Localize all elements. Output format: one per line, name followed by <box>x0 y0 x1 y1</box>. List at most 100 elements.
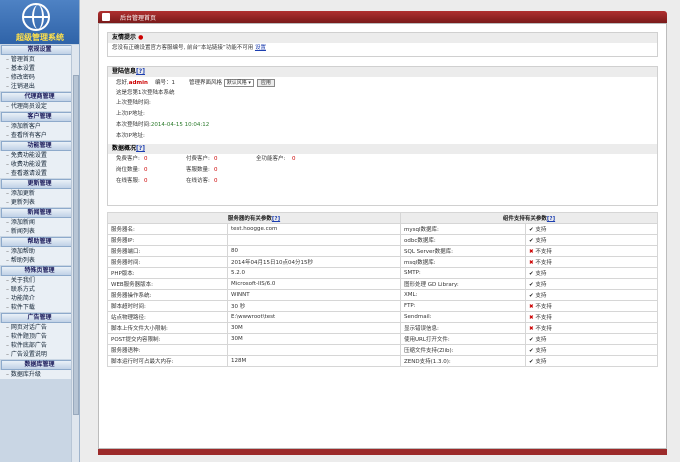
table-row: 脚本运行时可占最大内存: 128M ZEND支持(1.3.0): ✔ 支持 <box>107 355 658 367</box>
status-text: 不支持 <box>535 260 552 266</box>
component-name: SQL Server数据库: <box>400 245 526 257</box>
sidebar-item[interactable]: 联系方式 <box>0 285 79 294</box>
component-name: XML: <box>400 289 526 301</box>
component-name: SMTP: <box>400 267 526 279</box>
sidebar-item[interactable]: 添加帮助 <box>0 247 79 256</box>
notice-header: 友情提示 ● <box>108 33 657 43</box>
sidebar-item[interactable]: 免费功能设置 <box>0 151 79 160</box>
status-text: 支持 <box>535 293 547 299</box>
sidebar-section-header[interactable]: 特殊页管理 <box>1 266 78 276</box>
component-name: msql数据库: <box>400 256 526 268</box>
status-text: 不支持 <box>535 304 552 310</box>
param-name: 站点物理路径: <box>107 311 228 323</box>
sidebar-item[interactable]: 查看邀请设置 <box>0 169 79 178</box>
sidebar-item[interactable]: 关于我们 <box>0 276 79 285</box>
sidebar-section-header[interactable]: 广告管理 <box>1 313 78 323</box>
param-value: test.hoogge.com <box>227 223 401 235</box>
status-text: 支持 <box>535 271 547 277</box>
this-time-value: 2014-04-15 10:04:12 <box>150 122 210 128</box>
component-status: ✔ 支持 <box>525 234 658 246</box>
component-status: ✖ 不支持 <box>525 245 658 257</box>
server-params: 服务器的有关参数[?] 组件支持有关参数[?] 服务器名: test.hoogge… <box>107 212 658 388</box>
component-name: odbc数据库: <box>400 234 526 246</box>
param-name: WEB服务器版本: <box>107 278 228 290</box>
last-time-row: 上次登陆时间: <box>108 98 657 109</box>
component-status: ✔ 支持 <box>525 333 658 345</box>
sidebar-section-header[interactable]: 常规设置 <box>1 45 78 55</box>
sidebar-item[interactable]: 查看所有客户 <box>0 131 79 140</box>
component-status: ✖ 不支持 <box>525 256 658 268</box>
sidebar-section-header[interactable]: 更新管理 <box>1 179 78 189</box>
status-text: 支持 <box>535 238 547 244</box>
sidebar-section-header[interactable]: 新闻管理 <box>1 208 78 218</box>
sidebar-section-header[interactable]: 代理商管理 <box>1 92 78 102</box>
stat-value: 0 <box>144 178 148 184</box>
component-name: mysql数据库: <box>400 223 526 235</box>
sidebar-item[interactable]: 新闻列表 <box>0 227 79 236</box>
home-icon <box>102 13 110 21</box>
stats-grid: 免费客户: 0 付费客户: 0 全功能客户: 0 岗位数量: 0 客服数量: 0 在线客服: 0 在线访… <box>108 154 657 187</box>
table-row: 脚本超时时间: 30 秒 FTP: ✖ 不支持 <box>107 300 658 312</box>
sidebar-item[interactable]: 注销退出 <box>0 82 79 91</box>
component-status: ✔ 支持 <box>525 344 658 356</box>
sidebar-item[interactable]: 软件底部广告 <box>0 341 79 350</box>
sidebar-section-header[interactable]: 数据库管理 <box>1 360 78 370</box>
sidebar-scrollbar[interactable] <box>71 45 79 462</box>
last-time-label: 上次登陆时间: <box>116 100 151 106</box>
sidebar-item[interactable]: 软件下载 <box>0 303 79 312</box>
param-value: 80 <box>227 245 401 257</box>
stat-label: 客服数量: <box>186 167 210 173</box>
visit-count-text: 这是您第1次登陆本系统 <box>116 90 175 96</box>
table-row: WEB服务器版本: Microsoft-IIS/6.0 图形处理 GD Librar… <box>107 278 658 290</box>
param-value <box>227 344 401 356</box>
sidebar-item[interactable]: 功能简介 <box>0 294 79 303</box>
sidebar-item[interactable]: 数据库升级 <box>0 370 79 379</box>
server-help-link[interactable]: [?] <box>272 216 280 222</box>
sidebar-item[interactable]: 添加更新 <box>0 189 79 198</box>
status-text: 不支持 <box>535 326 552 332</box>
login-help-link[interactable]: [?] <box>136 68 145 75</box>
component-header: 组件支持有关参数[?] <box>400 212 658 224</box>
content-panel: 友情提示 ● 您没有正确设置官方客服编号, 前台“本站链接”功能不可用 设置 登… <box>98 23 667 449</box>
param-name: 服务器名: <box>107 223 228 235</box>
sidebar-item[interactable]: 添加新客户 <box>0 122 79 131</box>
sidebar-item[interactable]: 软件题顶广告 <box>0 332 79 341</box>
component-name: 图形处理 GD Library: <box>400 278 526 290</box>
sidebar-item[interactable]: 管理首页 <box>0 55 79 64</box>
stat-value: 0 <box>214 178 218 184</box>
param-value: Microsoft-IIS/6.0 <box>227 278 401 290</box>
server-table-header: 服务器的有关参数[?] 组件支持有关参数[?] <box>107 212 658 224</box>
sidebar-item[interactable]: 添加新闻 <box>0 218 79 227</box>
component-status: ✔ 支持 <box>525 355 658 367</box>
status-text: 支持 <box>535 337 547 343</box>
status-text: 不支持 <box>535 249 552 255</box>
scrollbar-thumb[interactable] <box>73 75 79 415</box>
table-row: 服务器端口: 80 SQL Server数据库: ✖ 不支持 <box>107 245 658 257</box>
notice-settings-link[interactable]: 设置 <box>255 45 266 51</box>
sidebar-section-header[interactable]: 客户管理 <box>1 112 78 122</box>
title-bar: 后台管理首页 <box>98 11 667 23</box>
component-help-link[interactable]: [?] <box>547 216 555 222</box>
sidebar-section-header[interactable]: 帮助管理 <box>1 237 78 247</box>
component-name: ZEND支持(1.3.0): <box>400 355 526 367</box>
stat-value: 0 <box>144 156 148 162</box>
sidebar-item[interactable]: 更新列表 <box>0 198 79 207</box>
sidebar-item[interactable]: 收费功能设置 <box>0 160 79 169</box>
sidebar-item[interactable]: 网页对话广告 <box>0 323 79 332</box>
footer-bar <box>98 449 667 455</box>
sidebar-item[interactable]: 广告设置说明 <box>0 350 79 359</box>
sidebar-item[interactable]: 基本设置 <box>0 64 79 73</box>
sidebar-item[interactable]: 修改密码 <box>0 73 79 82</box>
param-value <box>227 234 401 246</box>
sidebar-item[interactable]: 帮助列表 <box>0 256 79 265</box>
stats-row: 岗位数量: 0 客服数量: 0 <box>108 165 657 176</box>
table-row: 服务器操作系统: WINNT XML: ✔ 支持 <box>107 289 658 301</box>
apply-button[interactable]: 应用 <box>256 78 275 87</box>
sidebar-item[interactable]: 代理商员设定 <box>0 102 79 111</box>
stats-help-link[interactable]: [?] <box>136 145 145 152</box>
param-name: PHP版本: <box>107 267 228 279</box>
stat-label: 在线客服: <box>116 178 140 184</box>
this-time-label: 本次登陆时间: <box>116 122 151 128</box>
style-select[interactable]: 默认风格 ▾ <box>223 78 254 87</box>
sidebar-section-header[interactable]: 功能管理 <box>1 141 78 151</box>
